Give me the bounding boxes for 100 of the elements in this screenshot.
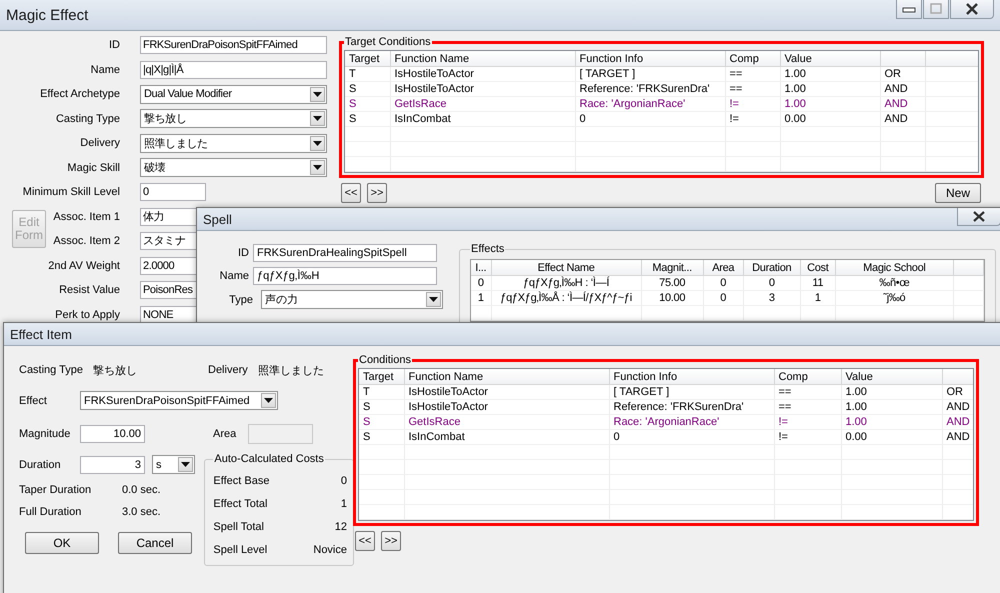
table-cell: AND [942, 414, 973, 430]
table-cell: 0 [609, 430, 774, 444]
input-field[interactable]: FRKSurenDraPoisonSpitFFAimed [140, 36, 327, 54]
nav-button[interactable]: << [341, 183, 361, 203]
column-header[interactable]: Cost [800, 260, 836, 276]
table-cell: S [345, 82, 390, 96]
new-button[interactable]: New [935, 183, 981, 203]
table-cell: != [774, 414, 841, 430]
column-header[interactable]: Value [841, 369, 942, 384]
close-button[interactable] [950, 0, 994, 19]
field-label: Casting Type [19, 364, 84, 376]
input-field[interactable]: 3 [80, 456, 145, 474]
column-header[interactable]: Function Name [390, 51, 575, 66]
table-cell: T [359, 384, 404, 400]
field-label: Name [218, 270, 250, 282]
field-label: Magnitude [19, 428, 72, 440]
field-label: Casting Type [56, 112, 121, 125]
caret-icon [313, 116, 322, 122]
nav-button[interactable]: >> [381, 531, 401, 551]
field-label: Duration [19, 458, 62, 470]
table-cell: OR [880, 66, 925, 82]
field-label: Type [228, 294, 254, 306]
table-cell: IsHostileToActor [404, 400, 609, 414]
maximize-icon [929, 3, 943, 15]
field-label: Delivery [80, 137, 121, 150]
minimize-button[interactable] [896, 0, 922, 19]
nav-button[interactable]: >> [367, 183, 387, 203]
table-cell: AND [880, 112, 925, 126]
dropdown[interactable]: s [152, 455, 195, 474]
table-cell: != [725, 112, 780, 126]
field-label: Assoc. Item 2 [53, 235, 121, 248]
field-label: Full Duration [19, 506, 82, 518]
table-cell: Reference: 'FRKSurenDra' [609, 400, 774, 414]
window-title: Spell [203, 212, 232, 226]
table-cell: 1 [800, 290, 836, 306]
table-cell: 1.00 [841, 400, 942, 414]
window-title: Magic Effect [6, 6, 88, 24]
caret-icon [313, 92, 322, 97]
table-cell: 1.00 [780, 96, 880, 112]
dropdown[interactable]: 撃ち放し [140, 109, 327, 128]
table-cell: == [774, 384, 841, 400]
cancel-button[interactable]: Cancel [118, 532, 192, 554]
input-field[interactable]: 10.00 [80, 425, 145, 443]
table-cell: AND [942, 430, 973, 444]
table-cell: 75.00 [641, 276, 704, 290]
column-header[interactable]: Value [780, 51, 880, 66]
field-label: Resist Value [59, 284, 121, 296]
input-field[interactable]: FRKSurenDraHealingSpitSpell [253, 244, 437, 262]
table-cell: 0 [703, 276, 744, 290]
nav-button[interactable]: << [355, 531, 375, 551]
table-cell: S [359, 414, 404, 430]
column-header[interactable]: I... [471, 260, 492, 276]
field-label: Taper Duration [19, 484, 92, 496]
cost-value: Novice [313, 544, 347, 556]
column-header[interactable]: Area [703, 260, 744, 276]
column-header[interactable]: Comp [725, 51, 780, 66]
table-cell: Reference: 'FRKSurenDra' [575, 82, 725, 96]
column-header[interactable]: Magic School [835, 260, 954, 276]
table-cell: Race: 'ArgonianRace' [575, 96, 725, 112]
caret-icon [181, 462, 190, 467]
caret-icon [313, 165, 322, 170]
field-label: Name [90, 64, 121, 76]
cost-value: 1 [340, 498, 347, 510]
close-button[interactable] [957, 208, 1000, 226]
table-cell: ƒqƒXƒg‚Ì‰Å : ‘Ì—Í/ƒXƒ^ƒ~ƒi [491, 290, 642, 306]
dropdown[interactable]: FRKSurenDraPoisonSpitFFAimed [80, 391, 278, 410]
table-cell: S [345, 96, 390, 112]
field-label: 2nd AV Weight [48, 260, 121, 272]
dropdown[interactable]: 声の力 [261, 290, 443, 309]
ok-button[interactable]: OK [25, 532, 99, 554]
column-header[interactable]: Function Name [404, 369, 609, 384]
input-field[interactable]: ƒqƒXƒg‚Ì‰H [253, 267, 437, 285]
column-header[interactable]: Target [345, 51, 390, 66]
table-cell: 0.00 [841, 430, 942, 444]
table-cell: IsInCombat [404, 430, 609, 444]
field-value: 3.0 sec. [122, 506, 161, 518]
column-header[interactable]: Function Info [575, 51, 725, 66]
field-value: 0.0 sec. [122, 484, 161, 496]
field-label: Assoc. Item 1 [53, 210, 121, 223]
column-header[interactable]: Magnit... [641, 260, 704, 276]
dropdown[interactable]: Dual Value Modifier [140, 84, 327, 104]
table-cell: GetIsRace [404, 414, 609, 430]
table-cell: AND [942, 400, 973, 414]
group-title: Auto-Calculated Costs [213, 453, 325, 465]
table-cell: S [359, 400, 404, 414]
column-header[interactable]: Effect Name [491, 260, 642, 276]
column-header[interactable]: Target [359, 369, 404, 384]
column-header[interactable]: Duration [743, 260, 800, 276]
cost-label: Effect Total [213, 498, 268, 510]
table-cell: 1 [471, 290, 492, 306]
group-title: Effects [470, 243, 506, 255]
dropdown[interactable]: 照準しました [140, 134, 327, 153]
table-cell: 3 [743, 290, 800, 306]
dropdown[interactable]: 破壊 [140, 158, 327, 178]
input-field[interactable]: |q|X|g|Ì|Å [140, 60, 327, 79]
cost-value: 0 [340, 474, 347, 486]
column-header[interactable]: Function Info [609, 369, 774, 384]
input-field[interactable]: 0 [140, 183, 206, 202]
field-label: Delivery [208, 364, 249, 376]
column-header[interactable]: Comp [774, 369, 841, 384]
